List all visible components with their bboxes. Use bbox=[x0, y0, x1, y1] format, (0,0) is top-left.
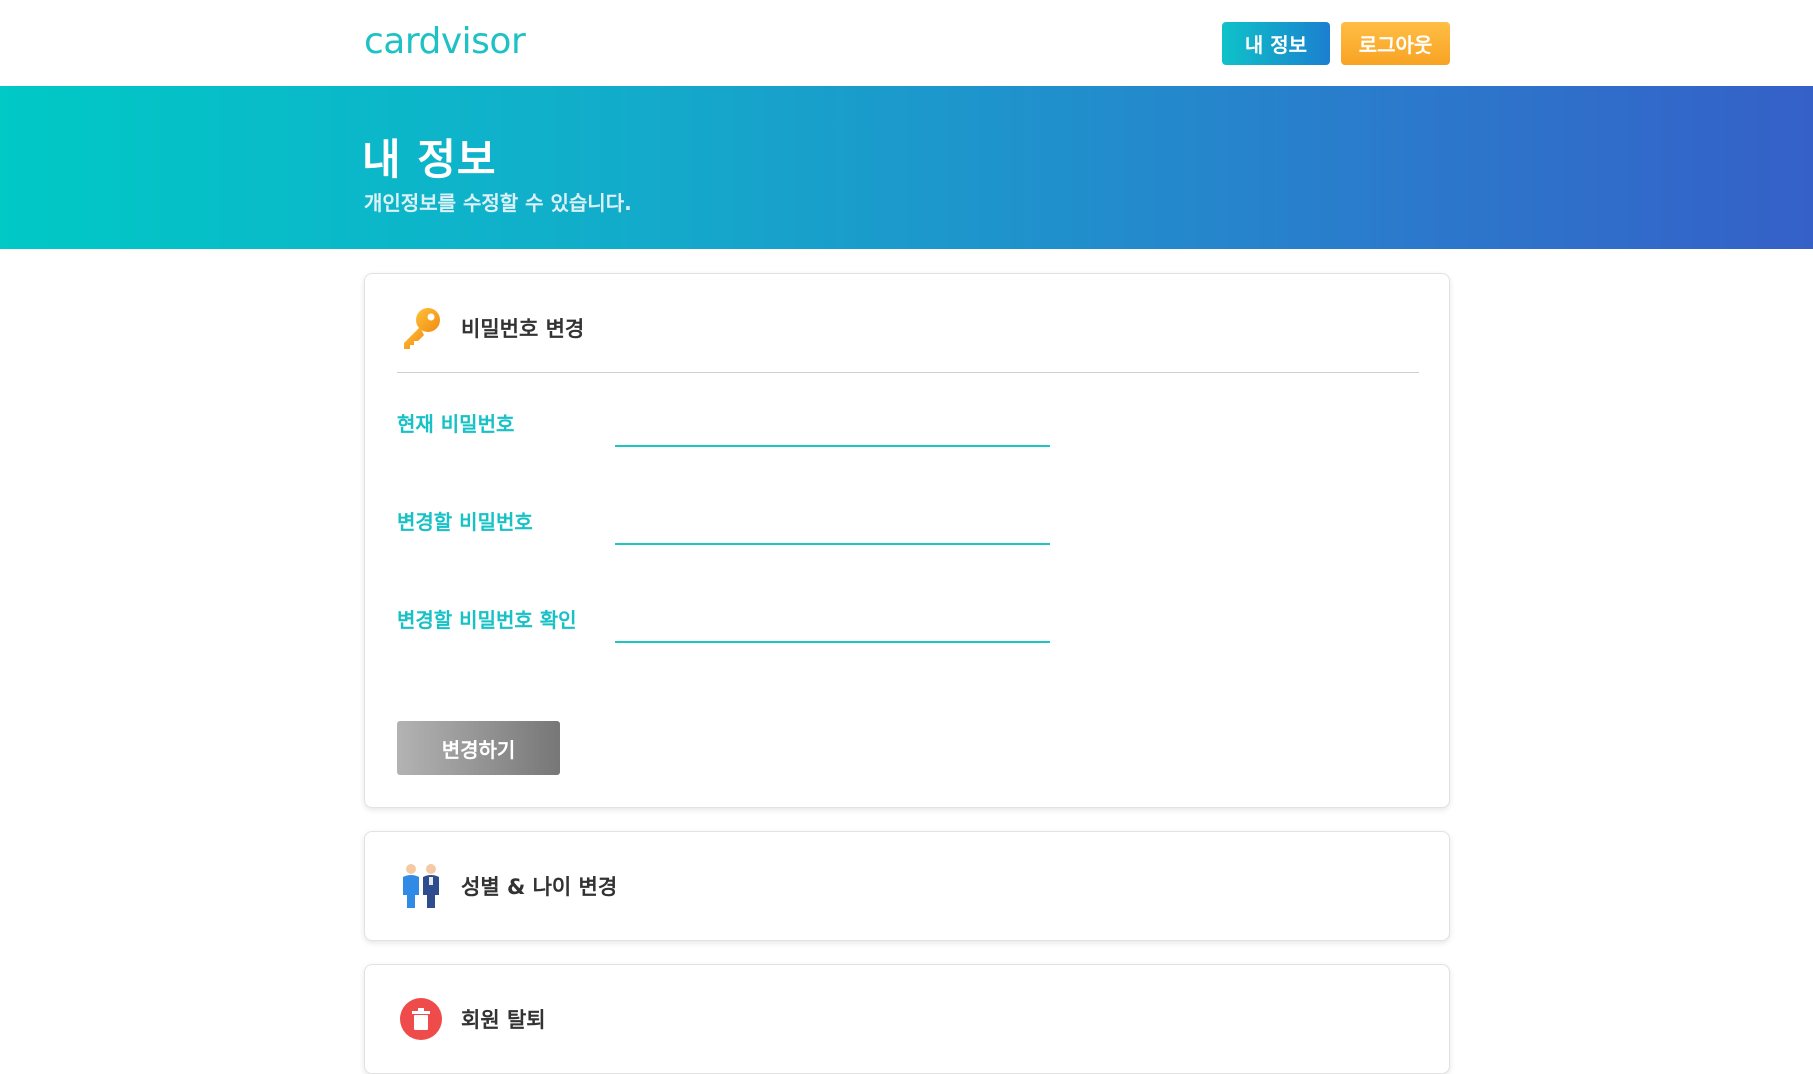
page-subtitle: 개인정보를 수정할 수 있습니다. bbox=[364, 191, 632, 215]
people-icon bbox=[397, 862, 445, 910]
new-password-row: 변경할 비밀번호 bbox=[397, 498, 1097, 548]
trash-icon bbox=[397, 995, 445, 1043]
current-password-row: 현재 비밀번호 bbox=[397, 400, 1097, 450]
page-banner: 내 정보 개인정보를 수정할 수 있습니다. bbox=[0, 86, 1813, 249]
change-password-button[interactable]: 변경하기 bbox=[397, 721, 560, 775]
withdraw-card-header[interactable]: 회원 탈퇴 bbox=[397, 995, 1419, 1043]
confirm-password-label: 변경할 비밀번호 확인 bbox=[397, 608, 577, 632]
key-icon bbox=[397, 304, 445, 352]
current-password-label: 현재 비밀번호 bbox=[397, 412, 515, 436]
withdraw-card[interactable]: 회원 탈퇴 bbox=[364, 964, 1450, 1074]
password-card-header[interactable]: 비밀번호 변경 bbox=[397, 304, 1419, 352]
gender-card-header[interactable]: 성별 & 나이 변경 bbox=[397, 862, 1419, 910]
new-password-input[interactable] bbox=[615, 498, 1050, 545]
my-info-button[interactable]: 내 정보 bbox=[1222, 22, 1330, 65]
withdraw-card-title: 회원 탈퇴 bbox=[461, 1008, 546, 1032]
cardvisor-logo[interactable]: cardvisor bbox=[364, 18, 526, 66]
page-title: 내 정보 bbox=[362, 135, 497, 184]
password-change-card: 비밀번호 변경 현재 비밀번호 변경할 비밀번호 변경할 비밀번호 확인 변경하… bbox=[364, 273, 1450, 808]
confirm-password-input[interactable] bbox=[615, 596, 1050, 643]
password-card-title: 비밀번호 변경 bbox=[461, 317, 585, 341]
divider bbox=[397, 372, 1419, 373]
confirm-password-row: 변경할 비밀번호 확인 bbox=[397, 596, 1097, 646]
current-password-input[interactable] bbox=[615, 400, 1050, 447]
new-password-label: 변경할 비밀번호 bbox=[397, 510, 533, 534]
top-navigation-bar: cardvisor 내 정보 로그아웃 bbox=[0, 0, 1813, 86]
logout-button[interactable]: 로그아웃 bbox=[1341, 22, 1450, 65]
gender-card-title: 성별 & 나이 변경 bbox=[461, 875, 618, 899]
gender-age-card[interactable]: 성별 & 나이 변경 bbox=[364, 831, 1450, 941]
